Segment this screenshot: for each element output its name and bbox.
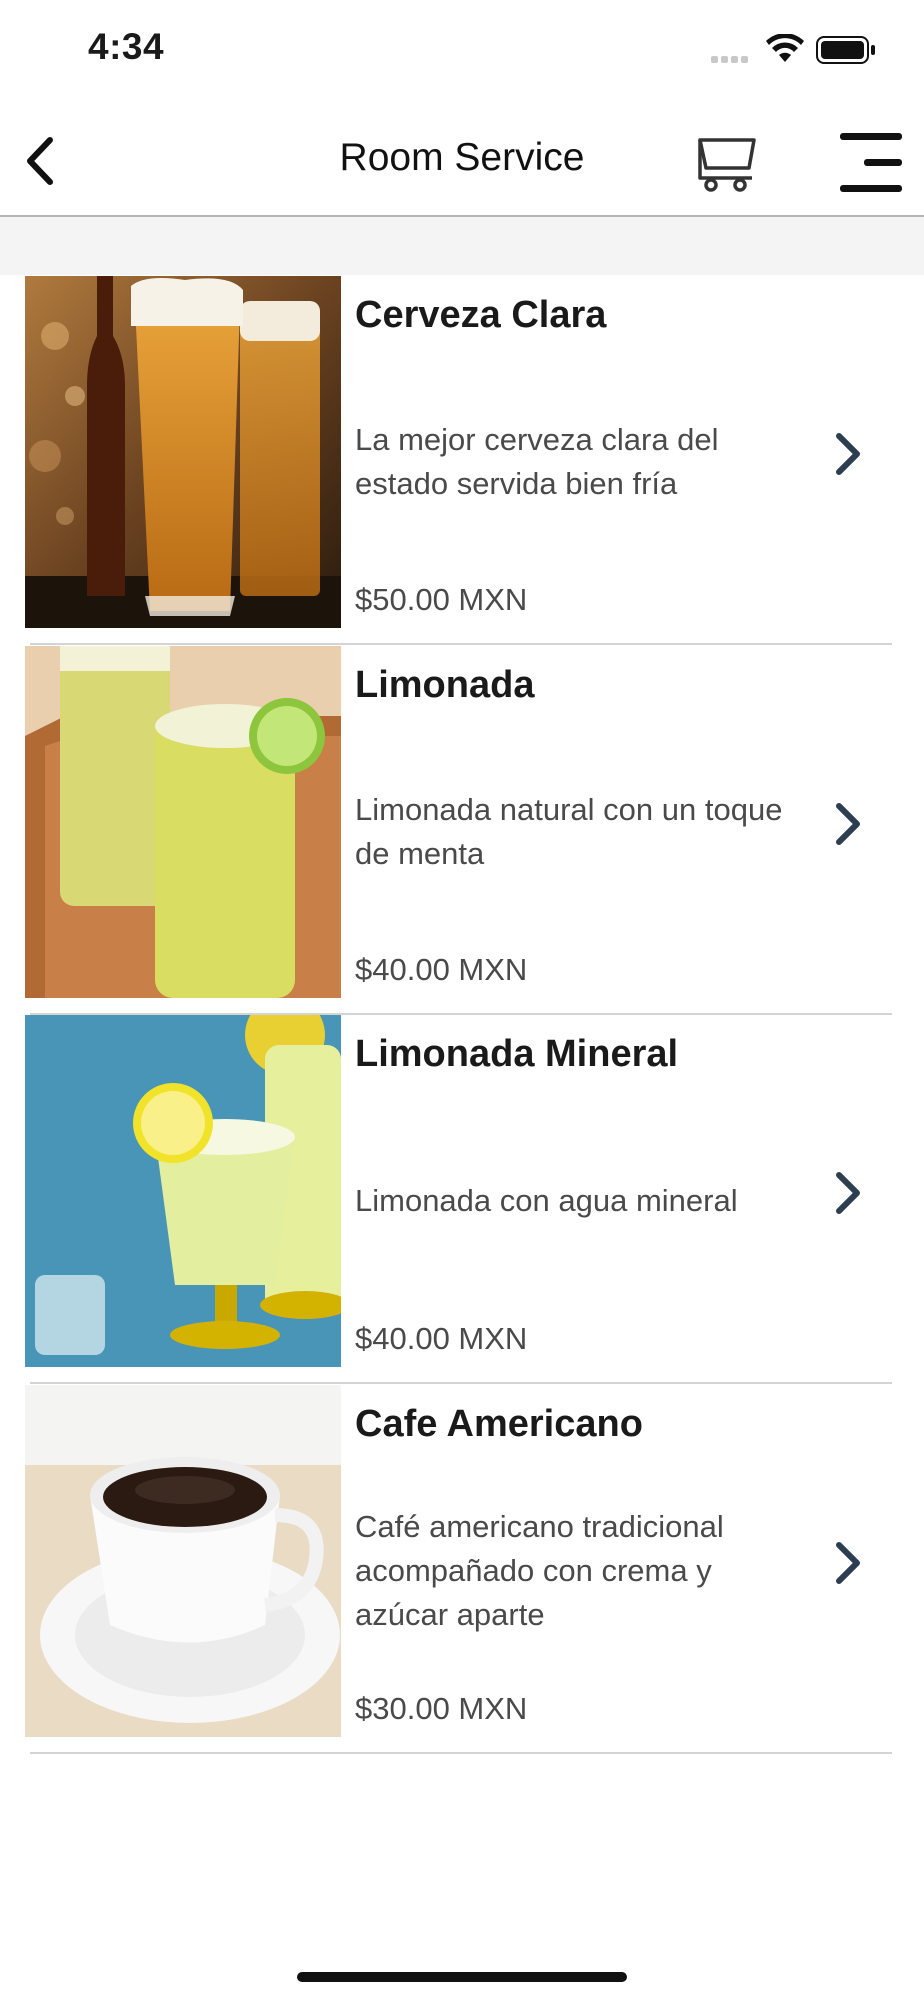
cart-icon[interactable] — [696, 130, 760, 194]
navigation-bar: Room Service — [0, 100, 924, 217]
chevron-right-icon[interactable] — [830, 800, 864, 848]
item-name: Limonada Mineral — [355, 1033, 679, 1075]
item-description: Limonada natural con un toque de menta — [355, 792, 783, 871]
item-description: Café americano tradicional acompañado co… — [355, 1509, 724, 1632]
page-title: Room Service — [339, 136, 585, 179]
item-price: $30.00 MXN — [355, 1691, 528, 1726]
beer-image — [25, 276, 341, 628]
cellular-signal-icon — [711, 56, 751, 64]
list-item[interactable]: Limonada Limonada natural con un toque d… — [0, 646, 924, 998]
lemonade-image — [25, 646, 341, 998]
item-name: Cafe Americano — [355, 1403, 643, 1445]
divider — [30, 1752, 892, 1754]
list-item[interactable]: Limonada Mineral Limonada con agua miner… — [0, 1015, 924, 1367]
header-spacer — [0, 217, 924, 275]
coffee-image — [25, 1385, 341, 1737]
list-item[interactable]: Cerveza Clara La mejor cerveza clara del… — [0, 276, 924, 628]
list-item[interactable]: Cafe Americano Café americano tradiciona… — [0, 1385, 924, 1737]
mineral-lemonade-image — [25, 1015, 341, 1367]
home-indicator[interactable] — [297, 1972, 627, 1982]
item-description: La mejor cerveza clara del estado servid… — [355, 422, 719, 501]
battery-icon — [816, 36, 875, 64]
chevron-right-icon[interactable] — [830, 1169, 864, 1217]
item-name: Cerveza Clara — [355, 294, 607, 336]
item-name: Limonada — [355, 664, 535, 706]
hamburger-menu-icon[interactable] — [838, 130, 904, 196]
item-description: Limonada con agua mineral — [355, 1183, 738, 1218]
item-price: $40.00 MXN — [355, 1321, 528, 1356]
chevron-right-icon[interactable] — [830, 1539, 864, 1587]
divider — [30, 643, 892, 645]
divider — [30, 1382, 892, 1384]
item-price: $50.00 MXN — [355, 582, 528, 617]
item-price: $40.00 MXN — [355, 952, 528, 987]
wifi-icon — [766, 34, 804, 62]
status-bar: 4:34 — [0, 0, 924, 100]
status-time: 4:34 — [88, 26, 165, 67]
chevron-right-icon[interactable] — [830, 430, 864, 478]
